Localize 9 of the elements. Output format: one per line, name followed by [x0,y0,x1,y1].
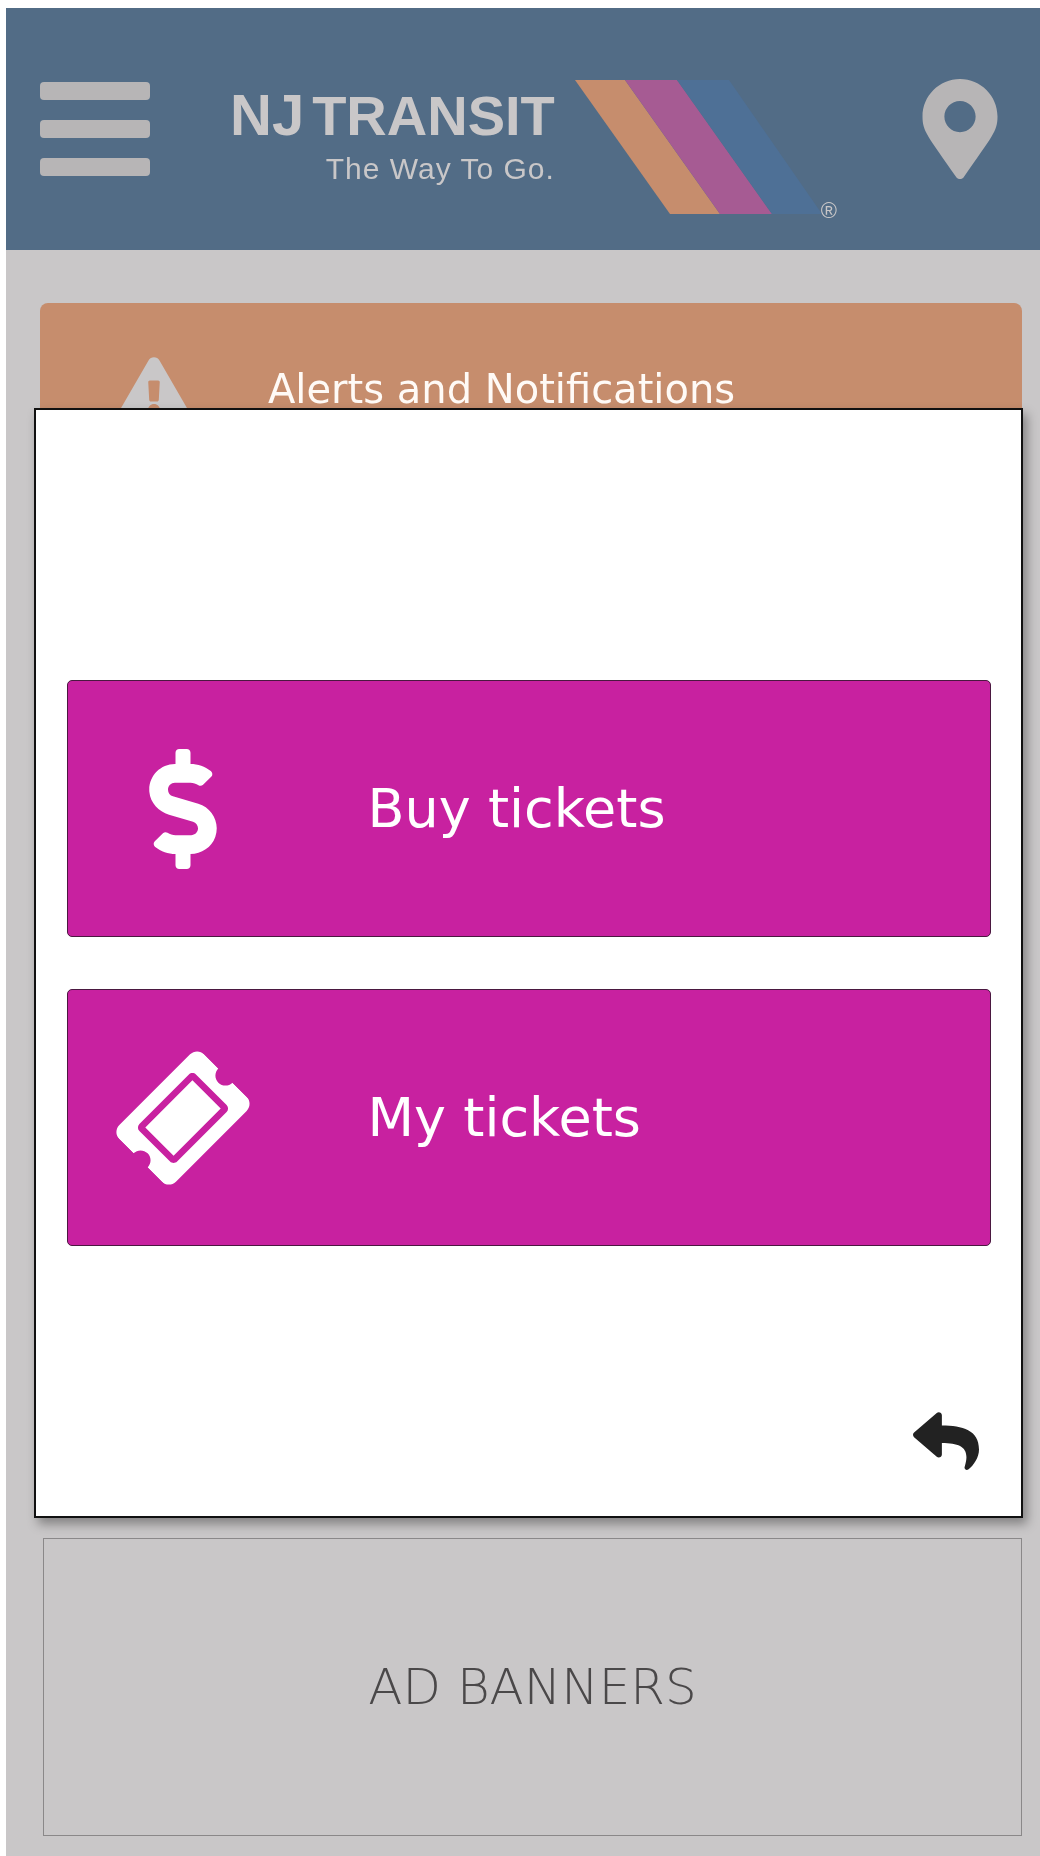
ticket-action-button[interactable]: My tickets [66,989,991,1246]
logo-name: TRANSIT [312,88,555,144]
ad-banner-label: AD BANNERS [368,1658,697,1716]
ticket-action-button[interactable]: Buy tickets [66,680,991,937]
registered-mark: ® [820,198,838,224]
menu-icon[interactable] [40,82,150,176]
alert-label: Alerts and Notifications [268,367,736,411]
logo-tagline: The Way To Go. [325,152,555,186]
logo-monogram: NJ [230,86,305,144]
